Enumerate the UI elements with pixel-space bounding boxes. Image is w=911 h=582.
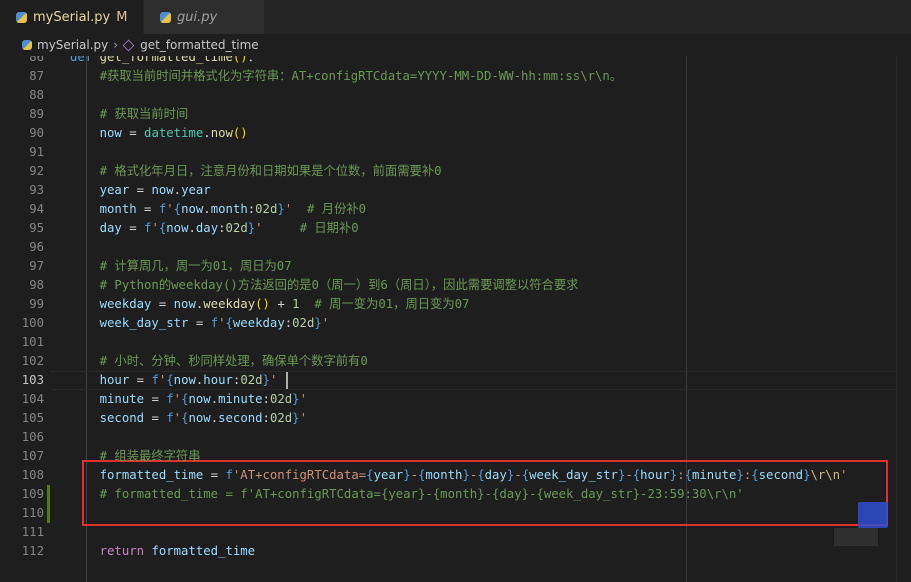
code-text: # 小时、分钟、秒同样处理，确保单个数字前有0 [70,354,368,368]
text-cursor [286,372,288,389]
python-file-icon [160,11,171,23]
code-line[interactable]: 111 [0,523,911,542]
code-line[interactable]: 94 month = f'{now.month:02d}' # 月份补0 [0,200,911,219]
code-line[interactable]: 89 # 获取当前时间 [0,105,911,124]
breadcrumb: mySerial.py › get_formatted_time [0,34,911,56]
line-number: 104 [21,392,44,406]
code-line[interactable]: 108 formatted_time = f'AT+configRTCdata=… [0,466,911,485]
code-text: formatted_time = f'AT+configRTCdata={yea… [70,468,848,482]
tab-myserial[interactable]: mySerial.py M [0,0,143,34]
code-text: # Python的weekday()方法返回的是0（周一）到6（周日），因此需要… [70,278,579,292]
code-text: # 格式化年月日，注意月份和日期如果是个位数，前面需要补0 [70,164,442,178]
line-number: 96 [29,240,44,254]
line-number: 89 [29,107,44,121]
line-number: 100 [21,316,44,330]
line-number: 110 [21,506,44,520]
line-number: 97 [29,259,44,273]
function-icon [122,39,135,51]
code-text: # 计算周几，周一为01，周日为07 [70,259,292,273]
code-text: year = now.year [70,183,211,197]
code-line[interactable]: 104 minute = f'{now.minute:02d}' [0,390,911,409]
tab-label: mySerial.py [33,9,111,25]
code-line[interactable]: 90 now = datetime.now() [0,124,911,143]
code-text: weekday = now.weekday() + 1 # 周一变为01，周日变… [70,297,470,311]
line-number: 92 [29,164,44,178]
code-text: month = f'{now.month:02d}' # 月份补0 [70,202,367,216]
watermark-logo-icon [834,502,888,546]
code-line[interactable]: 98 # Python的weekday()方法返回的是0（周一）到6（周日），因… [0,276,911,295]
tab-gui[interactable]: gui.py [143,0,264,34]
code-line[interactable]: 92 # 格式化年月日，注意月份和日期如果是个位数，前面需要补0 [0,162,911,181]
code-line[interactable]: 101 [0,333,911,352]
code-line[interactable]: 100 week_day_str = f'{weekday:02d}' [0,314,911,333]
code-line[interactable]: 95 day = f'{now.day:02d}' # 日期补0 [0,219,911,238]
code-line[interactable]: 103 hour = f'{now.hour:02d}' [0,371,911,390]
code-text: second = f'{now.second:02d}' [70,411,307,425]
line-number: 102 [21,354,44,368]
code-text: week_day_str = f'{weekday:02d}' [70,316,330,330]
code-text: #获取当前时间并格式化为字符串：AT+configRTCdata=YYYY-MM… [70,69,623,83]
code-text: def get_formatted_time()： [70,56,261,64]
code-line[interactable]: 112 return formatted_time [0,542,911,561]
code-line[interactable]: 109 # formatted_time = f'AT+configRTCdat… [0,485,911,504]
line-number: 88 [29,88,44,102]
code-line[interactable]: 102 # 小时、分钟、秒同样处理，确保单个数字前有0 [0,352,911,371]
line-number: 112 [21,544,44,558]
line-number: 111 [21,525,44,539]
line-number: 94 [29,202,44,216]
line-number: 90 [29,126,44,140]
line-number: 93 [29,183,44,197]
tab-bar: mySerial.py M gui.py [0,0,911,34]
code-text: minute = f'{now.minute:02d}' [70,392,307,406]
code-line[interactable]: 88 [0,86,911,105]
code-text: # formatted_time = f'AT+configRTCdata={y… [70,487,744,501]
line-number: 107 [21,449,44,463]
code-editor[interactable]: 86 def get_formatted_time()： 87 #获取当前时间并格式… [0,56,911,582]
line-number: 103 [21,373,44,387]
code-line[interactable]: 91 [0,143,911,162]
code-line[interactable]: 110 [0,504,911,523]
breadcrumb-file[interactable]: mySerial.py [37,38,108,52]
line-number: 99 [29,297,44,311]
code-line[interactable]: 96 [0,238,911,257]
python-file-icon [16,11,27,23]
code-line[interactable]: 93 year = now.year [0,181,911,200]
code-line[interactable]: 107 # 组装最终字符串 [0,447,911,466]
minimap[interactable] [896,56,911,582]
line-number: 109 [21,487,44,501]
code-line[interactable]: 106 [0,428,911,447]
code-line[interactable]: 87 #获取当前时间并格式化为字符串：AT+configRTCdata=YYYY… [0,67,911,86]
python-file-icon [22,40,32,50]
code-line[interactable]: 99 weekday = now.weekday() + 1 # 周一变为01，… [0,295,911,314]
line-number: 101 [21,335,44,349]
code-line[interactable]: 97 # 计算周几，周一为01，周日为07 [0,257,911,276]
line-number: 98 [29,278,44,292]
code-line[interactable]: 86 def get_formatted_time()： [0,56,911,67]
tab-label: gui.py [177,9,218,25]
line-number: 86 [29,56,44,64]
line-number: 106 [21,430,44,444]
line-number: 108 [21,468,44,482]
code-text: return formatted_time [70,544,256,558]
breadcrumb-function[interactable]: get_formatted_time [140,38,259,52]
chevron-right-icon: › [113,38,119,52]
code-text: # 组装最终字符串 [70,449,201,463]
line-number: 91 [29,145,44,159]
code-text: now = datetime.now() [70,126,248,140]
modified-badge: M [116,9,128,25]
line-number: 95 [29,221,44,235]
line-number: 105 [21,411,44,425]
code-line[interactable]: 105 second = f'{now.second:02d}' [0,409,911,428]
code-text: day = f'{now.day:02d}' # 日期补0 [70,221,359,235]
code-text: # 获取当前时间 [70,107,189,121]
line-number: 87 [29,69,44,83]
code-text: hour = f'{now.hour:02d}' [70,373,278,387]
